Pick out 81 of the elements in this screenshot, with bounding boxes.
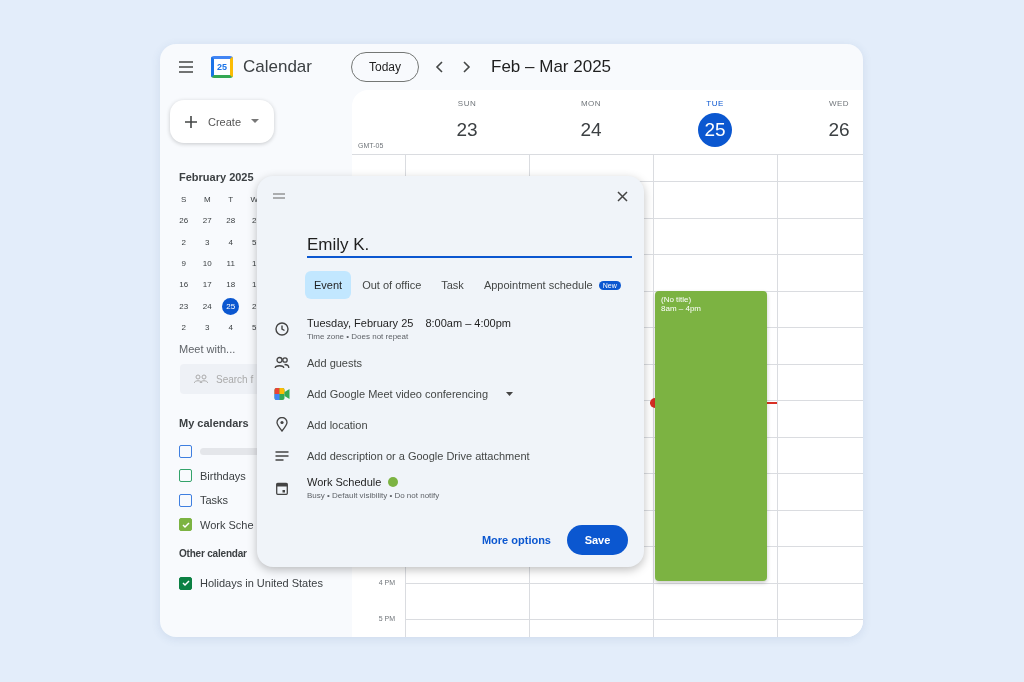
checkbox[interactable] xyxy=(179,493,192,507)
date-number[interactable]: 24 xyxy=(574,113,608,147)
checkbox[interactable] xyxy=(179,444,192,458)
date-cell[interactable]: 24 xyxy=(195,297,219,315)
event-type-tab[interactable]: Task xyxy=(432,271,473,299)
date-cell[interactable]: 25 xyxy=(222,297,240,315)
date-cell[interactable]: 17 xyxy=(195,276,219,294)
caret-icon[interactable] xyxy=(506,391,513,396)
date-cell[interactable]: 28 xyxy=(219,212,243,230)
calendar-label: Tasks xyxy=(200,494,229,507)
option-label[interactable]: Add location xyxy=(307,418,368,431)
option-details: Busy • Default visibility • Do not notify xyxy=(307,491,440,500)
date-cell[interactable]: 10 xyxy=(195,255,219,273)
option-details: Time zone • Does not repeat xyxy=(307,332,410,341)
event-title: (No title) xyxy=(661,295,693,304)
date-number[interactable]: 25 xyxy=(698,113,732,147)
date-cell[interactable]: 4 xyxy=(219,233,243,251)
event-type-tab[interactable]: Out of office xyxy=(353,271,431,299)
weekday-label: T xyxy=(227,195,235,205)
date-range: Feb – Mar 2025 xyxy=(491,57,612,77)
date-cell[interactable]: 16 xyxy=(172,276,196,294)
weekday-label: SUN xyxy=(457,99,477,108)
weekday-label: WED xyxy=(828,99,850,108)
plus-icon xyxy=(184,114,198,129)
clock-icon xyxy=(274,322,290,336)
event-time: 8am – 4pm xyxy=(661,304,703,313)
weekday-label: S xyxy=(180,195,188,205)
more-options-button[interactable]: More options xyxy=(475,528,557,552)
checkbox[interactable] xyxy=(179,518,192,532)
checkmark-icon xyxy=(180,519,191,530)
app-name: Calendar xyxy=(243,57,312,77)
close-icon[interactable] xyxy=(617,190,628,202)
event-date[interactable]: Tuesday, February 25 xyxy=(307,317,414,329)
option-label[interactable]: Add description or a Google Drive attachment xyxy=(307,449,530,462)
date-cell[interactable]: 4 xyxy=(219,318,243,336)
section-title: Other calendar xyxy=(179,548,247,562)
previous-icon[interactable] xyxy=(435,61,446,73)
checkbox[interactable] xyxy=(179,469,192,483)
date-cell[interactable]: 2 xyxy=(172,233,196,251)
date-number[interactable]: 26 xyxy=(822,113,856,147)
save-button[interactable]: Save xyxy=(567,525,628,555)
title-field[interactable]: Emily K. xyxy=(307,234,632,258)
drag-handle-icon[interactable] xyxy=(273,193,285,199)
weekday-label: M xyxy=(202,195,212,205)
calendar-label: Birthdays xyxy=(200,469,246,482)
event-type-tab[interactable]: Event xyxy=(305,271,352,299)
video-camera-icon xyxy=(274,387,290,400)
date-cell[interactable]: 2 xyxy=(172,318,196,336)
checkmark-icon xyxy=(180,578,191,589)
create-button[interactable]: Create xyxy=(170,100,274,143)
calendar-label: Work Sche xyxy=(200,518,254,531)
date-cell[interactable]: 11 xyxy=(219,255,243,273)
weekday-label: MON xyxy=(580,99,602,108)
event-time[interactable]: 8:00am – 4:00pm xyxy=(425,317,511,329)
section-title: My calendars xyxy=(179,417,249,432)
date-cell[interactable]: 26 xyxy=(172,212,196,230)
today-button[interactable]: Today xyxy=(351,52,420,82)
next-icon[interactable] xyxy=(461,61,472,73)
date-cell[interactable]: 27 xyxy=(195,212,219,230)
meet-with-label: Meet with... xyxy=(179,343,237,358)
checkbox[interactable] xyxy=(179,576,192,590)
location-pin-icon xyxy=(274,417,290,432)
weekday-label: TUE xyxy=(706,99,724,108)
caret-icon xyxy=(251,119,260,124)
option-label[interactable]: Work Schedule xyxy=(307,476,382,488)
option-label[interactable]: Add Google Meet video conferencing xyxy=(307,387,488,400)
calendar-logo: 25 xyxy=(211,56,233,78)
date-cell[interactable]: 3 xyxy=(195,318,219,336)
option-label[interactable]: Add guests xyxy=(307,356,363,369)
date-cell[interactable]: 3 xyxy=(195,233,219,251)
date-cell[interactable]: 9 xyxy=(172,255,196,273)
people-icon xyxy=(274,356,290,369)
text-lines-icon xyxy=(274,450,290,461)
date-number[interactable]: 23 xyxy=(450,113,484,147)
people-icon xyxy=(194,374,208,385)
calendar-icon xyxy=(274,481,290,495)
date-cell[interactable]: 18 xyxy=(219,276,243,294)
month-title: February 2025 xyxy=(179,171,255,185)
calendar-label: Holidays in United States xyxy=(200,577,323,590)
date-cell[interactable]: 23 xyxy=(172,297,196,315)
menu-icon[interactable] xyxy=(178,61,194,73)
